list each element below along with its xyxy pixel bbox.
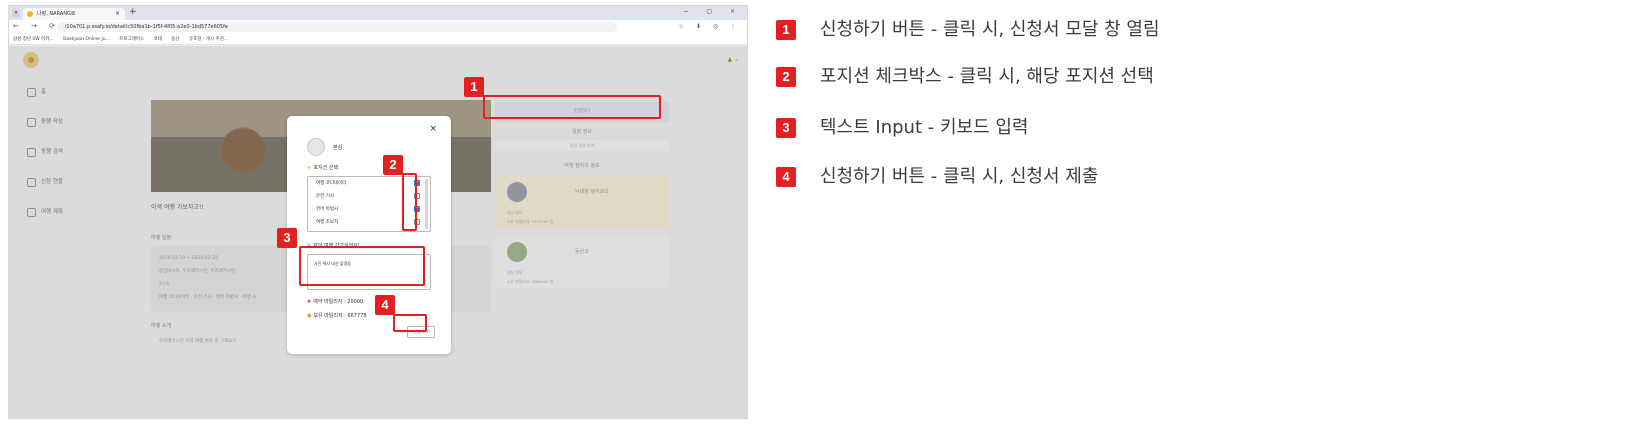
position-option-label: 여행 초보자 (316, 220, 339, 225)
legend-text: 신청하기 버튼 - 클릭 시, 신청서 모달 창 열림 (820, 19, 1160, 40)
applicant-name: 본심 (333, 145, 343, 151)
legend-item: 1 신청하기 버튼 - 클릭 시, 신청서 모달 창 열림 (776, 18, 1596, 42)
bookmark-item[interactable]: 프로그래머스 (119, 37, 144, 42)
legend-number: 1 (776, 20, 796, 40)
tab-title: 나랑, NARANG로 (37, 11, 76, 17)
url-field[interactable]: i10a701.p.ssafy.io/detail/c50fba1b-1f5f-… (57, 22, 617, 32)
legend-item: 2 포지션 체크박스 - 클릭 시, 해당 포지션 선택 (776, 65, 1596, 89)
legend-text: 포지션 체크박스 - 클릭 시, 해당 포지션 선택 (820, 66, 1154, 87)
position-option-label: 운전 기사 (316, 194, 334, 199)
legend-number: 4 (776, 167, 796, 187)
position-label: 포지션 선택 (307, 164, 338, 171)
bookmark-item[interactable]: 동산 (171, 37, 179, 42)
tab-menu-icon[interactable]: ▾ (12, 9, 20, 17)
position-option-label: 언어 마법사 (316, 207, 339, 212)
reserve-mileage: 예약 마일리지 : 20000 (307, 298, 363, 305)
nav-buttons[interactable]: ← → ⟳ (13, 22, 60, 30)
bookmark-item[interactable]: Baekjoon Online Ju... (63, 37, 110, 42)
bookmark-item[interactable]: 코테 (154, 37, 162, 42)
new-tab-icon[interactable]: + (129, 7, 137, 17)
legend-number: 3 (776, 118, 796, 138)
highlight-position-checkboxes (402, 173, 417, 231)
toolbar-icons[interactable]: ☆ ⬇ ◎ ⋮ (679, 23, 741, 30)
legend-text: 신청하기 버튼 - 클릭 시, 신청서 제출 (820, 166, 1099, 187)
position-list-scrollbar[interactable] (425, 179, 428, 229)
avatar (307, 138, 325, 156)
owned-mileage: 보유 마일리지 : 667778 (307, 312, 366, 319)
legend-number: 2 (776, 67, 796, 87)
badge-4: 4 (375, 295, 395, 315)
bookmark-item[interactable]: 삼성 청년 SW 아카... (13, 37, 54, 42)
badge-3: 3 (277, 228, 297, 248)
tab-bar: ▾ 나랑, NARANG로 × + − ▢ × (9, 6, 747, 20)
favicon-icon (27, 11, 33, 17)
browser-screenshot: ▾ 나랑, NARANG로 × + − ▢ × ← → ⟳ i10a701.p.… (8, 5, 748, 419)
highlight-apply-button (483, 95, 661, 119)
position-option-label: 여행 코디네이터 (316, 181, 347, 186)
bookmark-item[interactable]: 유포형 - 개시 추천... (189, 37, 228, 42)
annotated-screenshot: ▾ 나랑, NARANG로 × + − ▢ × ← → ⟳ i10a701.p.… (0, 0, 1645, 426)
badge-1: 1 (464, 77, 484, 97)
highlight-submit-button (393, 314, 427, 332)
browser-tab[interactable]: 나랑, NARANG로 × (23, 8, 125, 20)
address-bar-row: ← → ⟳ i10a701.p.ssafy.io/detail/c50fba1b… (9, 20, 747, 34)
tab-close-icon[interactable]: × (115, 8, 120, 20)
window-controls[interactable]: − ▢ × (683, 8, 743, 15)
highlight-message-input (299, 246, 425, 286)
badge-2: 2 (383, 155, 403, 175)
close-icon[interactable]: × (429, 124, 437, 134)
legend-item: 4 신청하기 버튼 - 클릭 시, 신청서 제출 (776, 165, 1596, 189)
legend-text: 텍스트 Input - 키보드 입력 (820, 117, 1029, 138)
legend-item: 3 텍스트 Input - 키보드 입력 (776, 116, 1596, 140)
bookmarks-bar: 삼성 청년 SW 아카... Baekjoon Online Ju... 프로그… (9, 34, 747, 45)
